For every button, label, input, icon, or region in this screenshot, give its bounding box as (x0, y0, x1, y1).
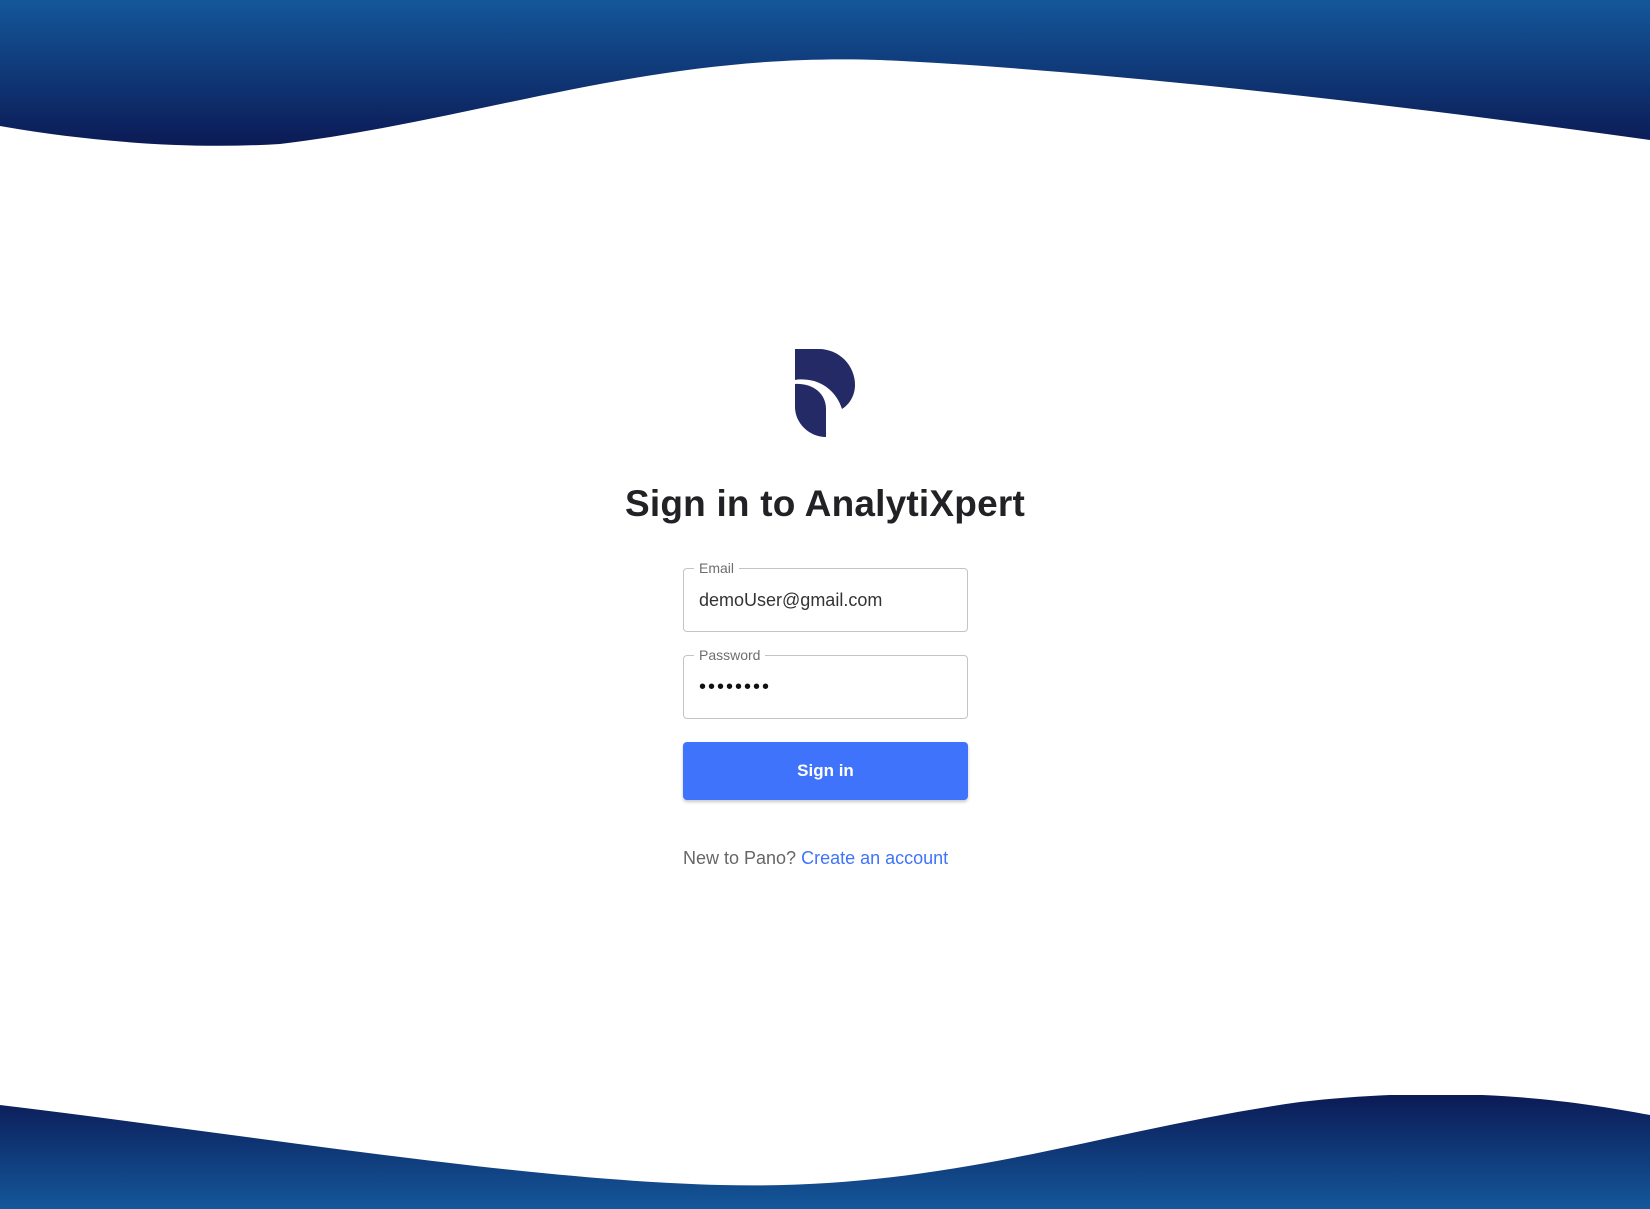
page-title: Sign in to AnalytiXpert (625, 483, 1025, 524)
create-account-link[interactable]: Create an account (801, 848, 948, 868)
top-wave-decoration (0, 0, 1650, 146)
signup-prompt-text: New to Pano? (683, 848, 797, 868)
sign-in-button[interactable]: Sign in (683, 742, 968, 800)
login-page: Sign in to AnalytiXpert Email Password S… (0, 0, 1650, 1209)
email-field[interactable]: Email (683, 559, 968, 632)
password-input[interactable] (699, 656, 955, 718)
email-input[interactable] (699, 569, 955, 631)
bottom-wave-decoration (0, 1095, 1650, 1209)
password-field[interactable]: Password (683, 646, 968, 719)
signup-prompt: New to Pano? Create an account (683, 848, 948, 869)
pano-logo-icon (795, 349, 855, 437)
